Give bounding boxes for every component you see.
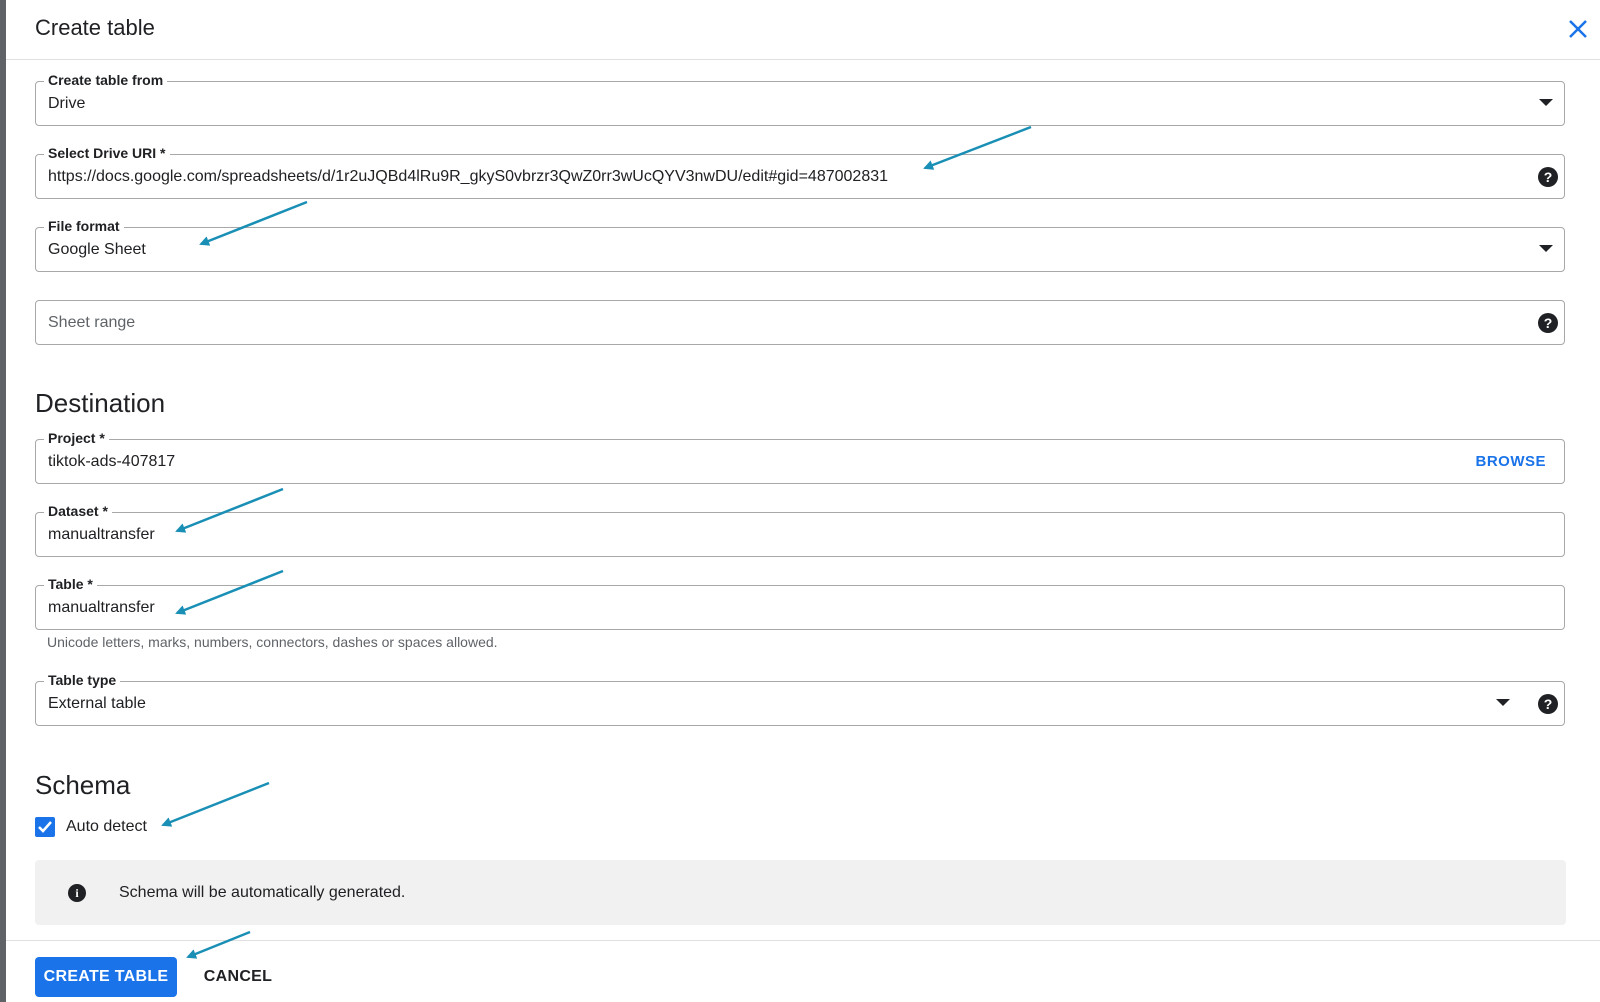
create-table-from-select[interactable]: Create table from Drive [35, 71, 1565, 126]
table-name-field[interactable]: Table * manualtransfer [35, 575, 1565, 630]
help-icon[interactable]: ? [1538, 694, 1558, 714]
create-table-button[interactable]: CREATE TABLE [35, 957, 177, 997]
info-icon: i [68, 884, 86, 902]
annotation-arrow-autodetect [161, 781, 270, 827]
sheet-range-input[interactable]: Sheet range ? [35, 300, 1565, 345]
table-name-hint: Unicode letters, marks, numbers, connect… [47, 634, 498, 650]
create-table-from-value: Drive [48, 95, 86, 112]
help-icon[interactable]: ? [1538, 313, 1558, 333]
table-type-value: External table [48, 695, 146, 712]
checkmark-icon [38, 821, 52, 833]
file-format-select[interactable]: File format Google Sheet [35, 217, 1565, 272]
chevron-down-icon[interactable] [1539, 245, 1553, 252]
sheet-range-placeholder: Sheet range [48, 314, 136, 331]
chevron-down-icon[interactable] [1496, 699, 1510, 706]
table-name-label: Table * [44, 575, 97, 593]
dataset-value: manualtransfer [48, 526, 155, 543]
cancel-button[interactable]: CANCEL [196, 957, 280, 997]
file-format-value: Google Sheet [48, 241, 146, 258]
drive-uri-value: https://docs.google.com/spreadsheets/d/1… [48, 168, 889, 185]
footer-divider [6, 940, 1600, 941]
dataset-label: Dataset * [44, 502, 112, 520]
destination-heading: Destination [35, 388, 166, 418]
browse-button[interactable]: BROWSE [1476, 452, 1547, 472]
schema-info-text: Schema will be automatically generated. [119, 884, 406, 901]
background-panel-edge [0, 0, 6, 1002]
close-icon[interactable] [1563, 14, 1593, 44]
file-format-label: File format [44, 217, 124, 235]
schema-info-banner: i Schema will be automatically generated… [35, 860, 1566, 925]
table-type-select[interactable]: Table type External table ? [35, 671, 1565, 726]
table-type-label: Table type [44, 671, 121, 689]
chevron-down-icon[interactable] [1539, 99, 1553, 106]
drive-uri-label: Select Drive URI * [44, 144, 170, 162]
dialog-header: Create table [6, 0, 1600, 60]
project-label: Project * [44, 429, 109, 447]
project-field[interactable]: Project * tiktok-ads-407817 BROWSE [35, 429, 1565, 484]
create-table-from-label: Create table from [44, 71, 168, 89]
schema-heading: Schema [35, 770, 131, 800]
help-icon[interactable]: ? [1538, 167, 1558, 187]
auto-detect-label[interactable]: Auto detect [66, 817, 147, 837]
dataset-field[interactable]: Dataset * manualtransfer [35, 502, 1565, 557]
annotation-arrow-create [186, 930, 251, 959]
auto-detect-checkbox[interactable] [35, 817, 55, 837]
annotation-arrows [161, 125, 1032, 959]
table-name-value: manualtransfer [48, 599, 155, 616]
drive-uri-field[interactable]: Select Drive URI * https://docs.google.c… [35, 144, 1565, 199]
dialog-title: Create table [35, 15, 155, 40]
project-value: tiktok-ads-407817 [48, 453, 176, 470]
